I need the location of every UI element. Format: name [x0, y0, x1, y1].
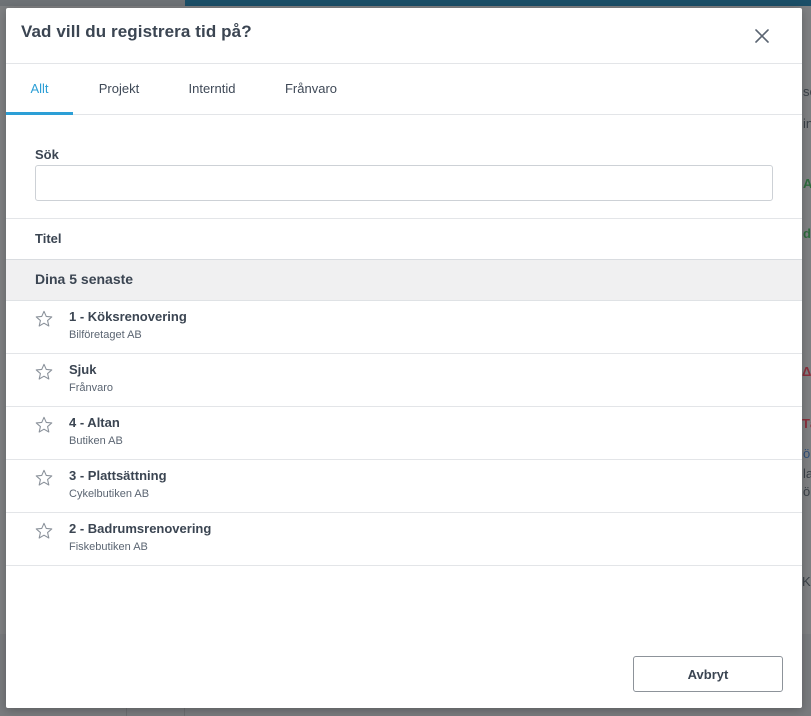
background-topbar-accent [185, 0, 811, 6]
background-edge-text: in [803, 116, 811, 131]
star-icon[interactable] [34, 521, 54, 541]
search-label: Sök [35, 147, 59, 162]
list-item[interactable]: 3 - Plattsättning Cykelbutiken AB [6, 460, 802, 513]
dialog-header: Vad vill du registrera tid på? [6, 8, 802, 64]
register-time-dialog: Vad vill du registrera tid på? Allt Proj… [6, 8, 802, 708]
group-header: Dina 5 senaste [6, 260, 802, 301]
background-edge-text: Tä [802, 416, 811, 431]
close-button[interactable] [750, 24, 774, 48]
background-edge-text: la [803, 466, 811, 481]
cancel-button[interactable]: Avbryt [633, 656, 783, 692]
background-edge-text: Δ [802, 364, 811, 379]
item-title: 2 - Badrumsrenovering [69, 521, 212, 536]
item-title: 4 - Altan [69, 415, 120, 430]
recent-list: 1 - Köksrenovering Bilföretaget AB Sjuk … [6, 301, 802, 566]
search-input[interactable] [35, 165, 773, 201]
list-item[interactable]: 4 - Altan Butiken AB [6, 407, 802, 460]
tab-franvaro[interactable]: Frånvaro [274, 64, 348, 115]
column-header: Titel [6, 219, 802, 260]
search-section: Sök [6, 115, 802, 219]
group-header-label: Dina 5 senaste [35, 271, 134, 287]
list-item[interactable]: 1 - Köksrenovering Bilföretaget AB [6, 301, 802, 354]
background-edge-text: A [803, 176, 811, 191]
star-icon[interactable] [34, 468, 54, 488]
background-edge-text: ö [803, 484, 811, 499]
background-edge-text: d [803, 226, 811, 241]
item-title: 1 - Köksrenovering [69, 309, 187, 324]
dialog-title: Vad vill du registrera tid på? [21, 22, 252, 41]
background-edge-text: ö [803, 446, 811, 461]
column-header-title: Titel [35, 231, 62, 246]
star-icon[interactable] [34, 415, 54, 435]
item-subtitle: Cykelbutiken AB [69, 488, 150, 500]
background-edge-text: se [803, 84, 811, 99]
item-subtitle: Butiken AB [69, 435, 123, 447]
item-title: 3 - Plattsättning [69, 468, 167, 483]
star-icon[interactable] [34, 362, 54, 382]
item-subtitle: Fiskebutiken AB [69, 541, 148, 553]
tab-bar: Allt Projekt Interntid Frånvaro [6, 64, 802, 115]
tab-interntid[interactable]: Interntid [176, 64, 248, 115]
star-icon[interactable] [34, 309, 54, 329]
item-subtitle: Frånvaro [69, 382, 114, 394]
item-subtitle: Bilföretaget AB [69, 329, 142, 341]
tab-allt[interactable]: Allt [6, 64, 73, 115]
list-item[interactable]: 2 - Badrumsrenovering Fiskebutiken AB [6, 513, 802, 566]
close-icon [755, 29, 769, 43]
item-title: Sjuk [69, 362, 97, 377]
list-item[interactable]: Sjuk Frånvaro [6, 354, 802, 407]
tab-projekt[interactable]: Projekt [84, 64, 154, 115]
background-edge-text: K [802, 574, 811, 589]
